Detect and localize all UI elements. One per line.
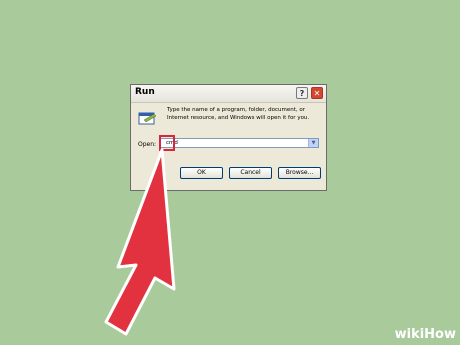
wikihow-logo: wikiHow: [394, 327, 456, 342]
red-arrow-pointer: [104, 148, 176, 336]
